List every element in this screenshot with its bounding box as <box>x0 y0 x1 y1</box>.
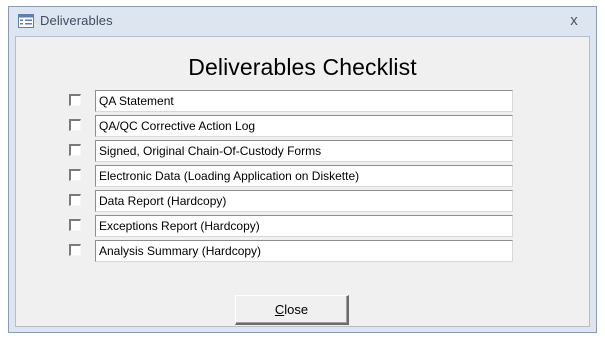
checklist-row: Signed, Original Chain-Of-Custody Forms <box>16 140 589 162</box>
checklist-row: Exceptions Report (Hardcopy) <box>16 215 589 237</box>
checklist-row: Electronic Data (Loading Application on … <box>16 165 589 187</box>
deliverables-window: Deliverables x Deliverables Checklist QA… <box>8 6 597 333</box>
form-body: Deliverables Checklist QA Statement QA/Q… <box>15 36 590 327</box>
form-icon <box>18 14 34 28</box>
checkbox-exceptions-report[interactable] <box>69 219 81 231</box>
item-field[interactable]: QA/QC Corrective Action Log <box>95 115 513 137</box>
item-field[interactable]: Electronic Data (Loading Application on … <box>95 165 513 187</box>
checkbox-chain-of-custody[interactable] <box>69 144 81 156</box>
checklist-row: QA Statement <box>16 90 589 112</box>
checklist-row: Data Report (Hardcopy) <box>16 190 589 212</box>
close-icon[interactable]: x <box>564 11 584 31</box>
item-field[interactable]: Signed, Original Chain-Of-Custody Forms <box>95 140 513 162</box>
item-field[interactable]: Data Report (Hardcopy) <box>95 190 513 212</box>
checkbox-electronic-data[interactable] <box>69 169 81 181</box>
checklist-row: QA/QC Corrective Action Log <box>16 115 589 137</box>
item-field[interactable]: Exceptions Report (Hardcopy) <box>95 215 513 237</box>
item-field[interactable]: QA Statement <box>95 90 513 112</box>
close-button-accelerator: C <box>274 302 285 317</box>
checkbox-corrective-action-log[interactable] <box>69 119 81 131</box>
checklist-row: Analysis Summary (Hardcopy) <box>16 240 589 262</box>
window-title: Deliverables <box>40 13 113 28</box>
checkbox-analysis-summary[interactable] <box>69 244 81 256</box>
checkbox-qa-statement[interactable] <box>69 94 81 106</box>
close-button-label: lose <box>284 302 309 317</box>
form-heading: Deliverables Checklist <box>188 54 417 80</box>
item-field[interactable]: Analysis Summary (Hardcopy) <box>95 240 513 262</box>
title-bar: Deliverables x <box>9 7 596 36</box>
checkbox-data-report[interactable] <box>69 194 81 206</box>
close-button[interactable]: Close <box>235 295 349 325</box>
